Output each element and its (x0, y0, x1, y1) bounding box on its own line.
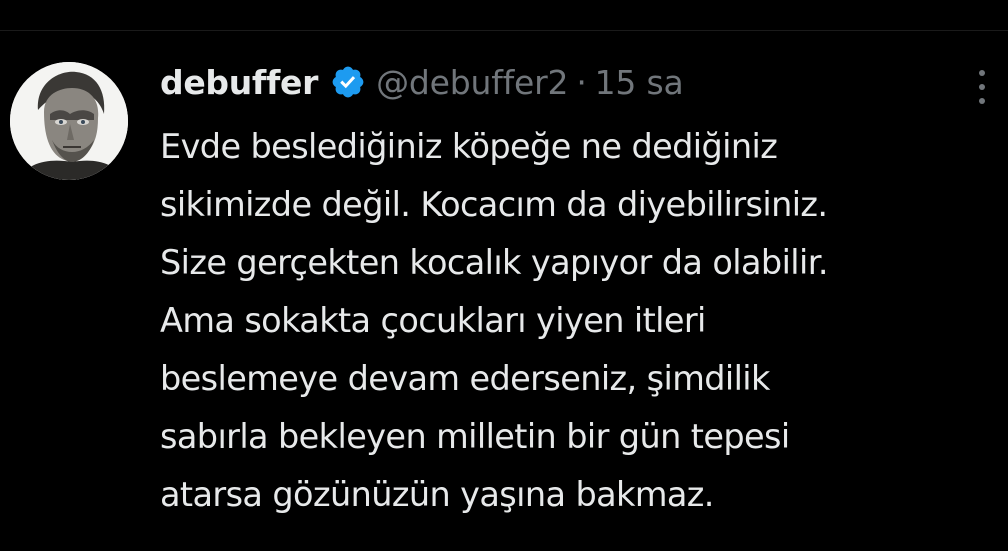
more-options-icon[interactable] (964, 70, 1000, 104)
avatar-portrait-icon (10, 62, 128, 180)
tweet-text: Evde beslediğiniz köpeğe ne dediğiniz si… (160, 118, 1006, 524)
tweet-timestamp[interactable]: 15 sa (595, 63, 684, 102)
author-display-name[interactable]: debuffer (160, 63, 318, 102)
author-handle[interactable]: @debuffer2 (376, 63, 568, 102)
verified-badge-icon[interactable] (330, 64, 366, 100)
tweet-text-line: Ama sokakta çocukları yiyen itleri (160, 301, 706, 340)
more-dot-icon (979, 84, 985, 90)
tweet-header: debuffer @debuffer2 · 15 sa (160, 56, 684, 108)
tweet-text-line: sikimizde değil. Kocacım da diyebilirsin… (160, 185, 828, 224)
more-dot-icon (979, 70, 985, 76)
tweet-text-line: sabırla bekleyen milletin bir gün tepesi (160, 417, 790, 456)
separator-dot: · (576, 62, 587, 102)
tweet-text-line: beslemeye devam ederseniz, şimdilik (160, 359, 770, 398)
handle-row: @debuffer2 · 15 sa (376, 62, 684, 102)
more-dot-icon (979, 98, 985, 104)
tweet-text-line: Size gerçekten kocalık yapıyor da olabil… (160, 243, 828, 282)
tweet-text-line: Evde beslediğiniz köpeğe ne dediğiniz (160, 127, 778, 166)
avatar[interactable] (10, 62, 128, 180)
top-divider (0, 30, 1008, 31)
tweet-text-line: atarsa gözünüzün yaşına bakmaz. (160, 475, 714, 514)
